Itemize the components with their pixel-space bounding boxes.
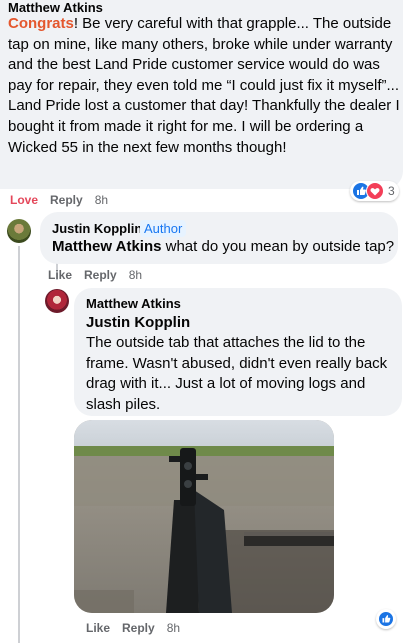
comment-bubble: Justin Kopplin Author Matthew Atkins wha…: [40, 212, 398, 264]
avatar[interactable]: [45, 289, 69, 313]
comment-author[interactable]: Justin Kopplin: [52, 221, 142, 236]
highlighted-word: Congrats: [8, 15, 74, 32]
comment-text: Matthew Atkins what do you mean by outsi…: [52, 238, 394, 255]
comment-photo[interactable]: [74, 420, 334, 613]
thread-line: [18, 246, 20, 643]
reply-button[interactable]: Reply: [50, 193, 83, 207]
avatar[interactable]: [7, 219, 31, 243]
love-reaction-button[interactable]: Love: [10, 193, 38, 207]
comment-actions: Love Reply 8h: [10, 193, 120, 207]
comment-bubble: Matthew Atkins Congrats! Be very careful…: [0, 0, 403, 189]
comment-timestamp[interactable]: 8h: [95, 193, 108, 207]
like-button[interactable]: Like: [48, 268, 72, 282]
mention-link[interactable]: Justin Kopplin: [86, 314, 190, 331]
reply-button[interactable]: Reply: [122, 621, 155, 635]
comment-text: Congrats! Be very careful with that grap…: [8, 14, 400, 158]
reaction-summary[interactable]: 3: [350, 181, 399, 201]
love-icon: [366, 182, 384, 200]
like-button[interactable]: Like: [86, 621, 110, 635]
comment-bubble: Matthew Atkins Justin Kopplin The outsid…: [74, 288, 402, 416]
author-badge: Author: [140, 220, 187, 237]
like-icon: [378, 611, 394, 627]
mention-link[interactable]: Matthew Atkins: [52, 238, 161, 255]
reply-button[interactable]: Reply: [84, 268, 117, 282]
comment-actions: Like Reply 8h: [48, 268, 154, 282]
comment-timestamp[interactable]: 8h: [129, 268, 142, 282]
comment-body: The outside tab that attaches the lid to…: [86, 334, 388, 413]
comment-actions: Like Reply 8h: [86, 621, 192, 635]
comment-author[interactable]: Matthew Atkins: [86, 296, 181, 311]
comment-timestamp[interactable]: 8h: [167, 621, 180, 635]
reaction-count: 3: [388, 184, 395, 198]
reaction-summary[interactable]: [376, 609, 396, 629]
comment-body: ! Be very careful with that grapple... T…: [8, 15, 400, 156]
comment-body: what do you mean by outside tap?: [161, 238, 395, 255]
comment-author[interactable]: Matthew Atkins: [8, 0, 103, 15]
